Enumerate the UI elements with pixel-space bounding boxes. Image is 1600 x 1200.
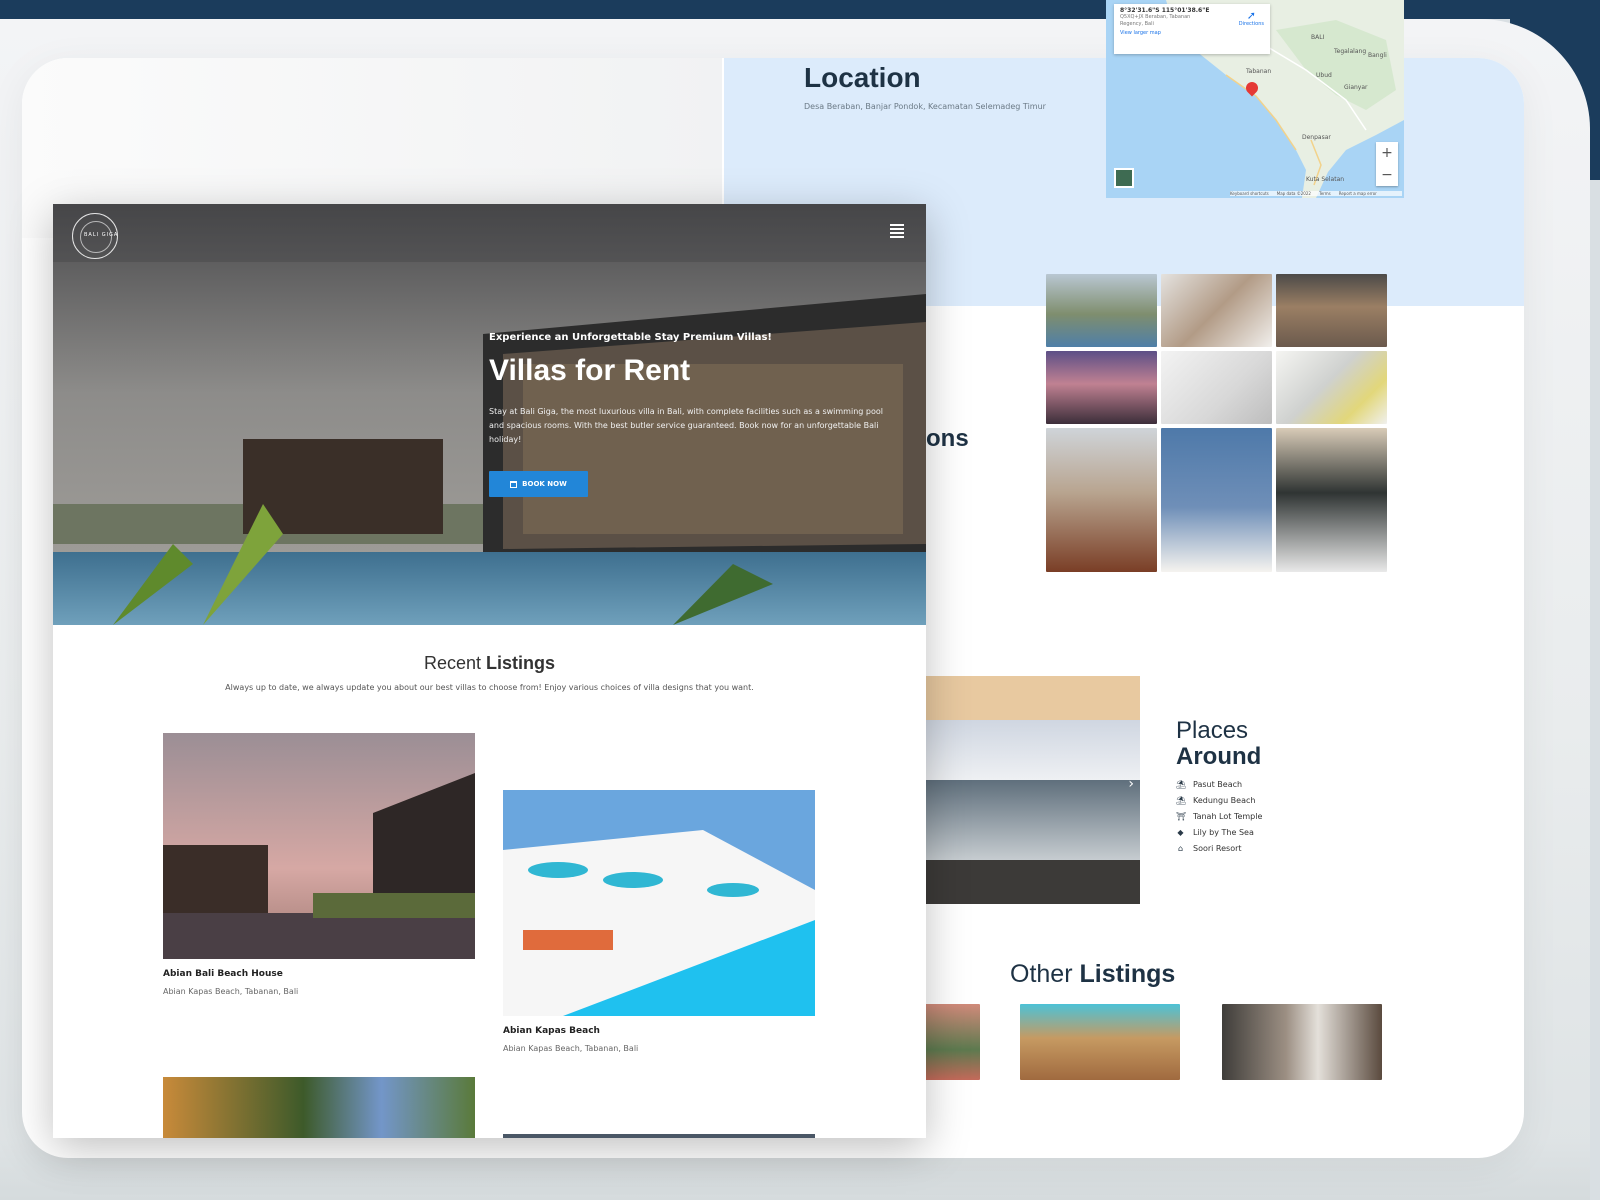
recent-title-bold: Listings (486, 653, 556, 673)
map-label: BALI (1311, 34, 1325, 41)
zoom-in-button[interactable]: + (1376, 142, 1398, 164)
listing-photo[interactable] (163, 733, 475, 959)
place-item: ⛱ Kedungu Beach (1176, 793, 1262, 809)
place-item: ⌂ Soori Resort (1176, 841, 1262, 857)
other-listing-photo[interactable] (1020, 1004, 1180, 1080)
calendar-icon (510, 480, 518, 488)
listing-photo-art (163, 733, 475, 959)
directions-icon: ➚ (1246, 9, 1256, 22)
map-label: Denpasar (1302, 134, 1331, 141)
map-label: Kuta Selatan (1306, 176, 1345, 183)
beach-photo (922, 676, 1140, 904)
other-listing-photo[interactable] (922, 1004, 980, 1080)
listing-location: Abian Kapas Beach, Tabanan, Bali (503, 1044, 639, 1053)
map-attribution-item: Map data ©2022 (1276, 191, 1311, 196)
recent-listings-title: Recent Listings (53, 653, 926, 674)
map-label: Bangli (1368, 52, 1387, 59)
resort-icon: ⌂ (1177, 844, 1184, 853)
map-attribution-item[interactable]: Terms (1319, 191, 1331, 196)
home-page-preview: BALI GIGA Experience an Unforgettable St… (53, 204, 926, 1138)
map-attribution-item[interactable]: Keyboard shortcuts (1230, 191, 1269, 196)
map-label: Gianyar (1344, 84, 1368, 91)
listing-photo[interactable] (503, 790, 815, 1016)
other-title-bold: Listings (1079, 960, 1176, 988)
recent-listings-description: Always up to date, we always update you … (225, 683, 754, 692)
map-layer-toggle[interactable] (1114, 168, 1134, 188)
map-attribution: Keyboard shortcuts Map data ©2022 Terms … (1230, 191, 1402, 196)
location-address: Desa Beraban, Banjar Pondok, Kecamatan S… (804, 102, 1046, 111)
gallery-photo[interactable] (1046, 428, 1157, 572)
umbrella-icon: ⛱ (1176, 796, 1187, 805)
gallery-photo[interactable] (1161, 428, 1272, 572)
map-label: Tabanan (1246, 68, 1272, 75)
map-label: Ubud (1316, 72, 1332, 79)
hero-description: Stay at Bali Giga, the most luxurious vi… (489, 407, 883, 444)
hero-eyebrow: Experience an Unforgettable Stay Premium… (489, 332, 772, 343)
gallery-photo[interactable] (1276, 428, 1387, 572)
directions-button[interactable]: ➚ Directions (1239, 10, 1264, 27)
listing-photo[interactable] (163, 1077, 475, 1138)
book-now-button[interactable]: BOOK NOW (489, 471, 588, 497)
gallery-photo[interactable] (1276, 274, 1387, 347)
fish-icon: ◆ (1177, 828, 1184, 837)
place-label: Soori Resort (1193, 844, 1242, 853)
place-label: Tanah Lot Temple (1193, 812, 1263, 821)
gallery-photo[interactable] (1276, 351, 1387, 424)
other-title-light: Other (1010, 960, 1073, 988)
map-info-card: 8°32'31.6"S 115°01'38.6"E Q5XQ+JX Beraba… (1114, 4, 1270, 54)
photo-gallery (1046, 274, 1388, 572)
zoom-out-button[interactable]: − (1376, 164, 1398, 186)
other-listing-photo[interactable] (1222, 1004, 1382, 1080)
umbrella-icon: ⛱ (1176, 780, 1187, 789)
gallery-photo[interactable] (1046, 351, 1157, 424)
place-label: Lily by The Sea (1193, 828, 1254, 837)
hero-title: Villas for Rent (489, 354, 691, 387)
book-now-label: BOOK NOW (522, 480, 567, 488)
places-title-bold: Around (1176, 743, 1262, 770)
places-around-title: Places Around (1176, 718, 1261, 770)
location-title: Location (804, 62, 921, 93)
map-zoom-control: + − (1376, 142, 1398, 186)
listing-photo-art (503, 790, 815, 1016)
listing-name[interactable]: Abian Kapas Beach (503, 1026, 600, 1036)
temple-icon: ⛩ (1176, 812, 1187, 821)
directions-label: Directions (1238, 21, 1264, 27)
gallery-photo[interactable] (1161, 274, 1272, 347)
place-item: ◆ Lily by The Sea (1176, 825, 1262, 841)
map-attribution-item[interactable]: Report a map error (1339, 191, 1377, 196)
place-label: Pasut Beach (1193, 780, 1243, 789)
place-item: ⛩ Tanah Lot Temple (1176, 809, 1262, 825)
listing-photo[interactable] (503, 1134, 815, 1138)
places-carousel[interactable]: › (922, 676, 1140, 904)
carousel-next-icon[interactable]: › (1128, 776, 1134, 792)
gallery-photo[interactable] (1161, 351, 1272, 424)
brand-logo-text: BALI GIGA (84, 232, 119, 238)
map-label: Tegalalang (1334, 48, 1367, 55)
amenities-heading: ons (926, 425, 969, 452)
view-larger-map-link[interactable]: View larger map (1120, 30, 1264, 36)
recent-title-light: Recent (423, 653, 481, 673)
gallery-photo[interactable] (1046, 274, 1157, 347)
map-address: Q5XQ+JX Beraban, Tabanan Regency, Bali (1120, 14, 1191, 27)
listing-name[interactable]: Abian Bali Beach House (163, 969, 283, 979)
listing-location: Abian Kapas Beach, Tabanan, Bali (163, 987, 299, 996)
place-item: ⛱ Pasut Beach (1176, 777, 1262, 793)
place-label: Kedungu Beach (1193, 796, 1256, 805)
places-title-light: Places (1176, 717, 1249, 744)
places-list: ⛱ Pasut Beach ⛱ Kedungu Beach ⛩ Tanah Lot T… (1176, 777, 1262, 857)
location-map[interactable]: BALI Tegalalang Ubud Gianyar Bangli Taba… (1106, 0, 1404, 198)
hamburger-menu-icon[interactable] (890, 224, 904, 238)
hero-section: BALI GIGA Experience an Unforgettable St… (53, 204, 926, 625)
other-listings-title: Other Listings (1010, 960, 1175, 989)
